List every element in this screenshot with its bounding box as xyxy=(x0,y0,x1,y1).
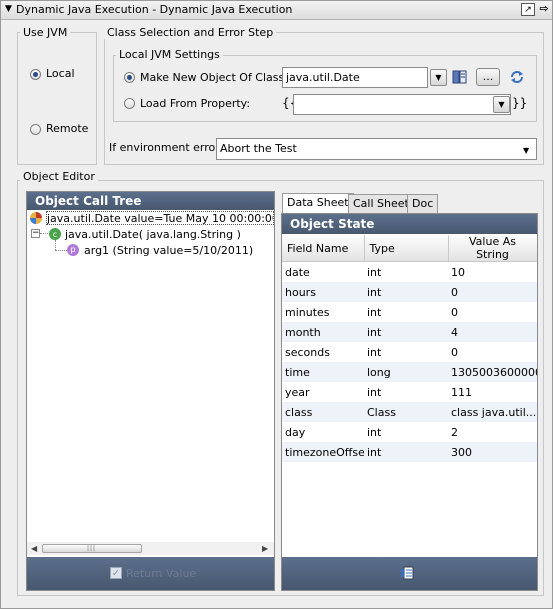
scroll-right-icon[interactable]: ▶ xyxy=(262,544,268,553)
return-value-checkbox[interactable]: ✓ xyxy=(110,567,122,579)
scroll-left-icon[interactable]: ◀ xyxy=(31,544,37,553)
cell-type[interactable]: int xyxy=(364,282,448,302)
use-jvm-group xyxy=(17,32,97,165)
column-header-type[interactable]: Type xyxy=(364,235,449,262)
table-row[interactable]: month int 4 xyxy=(282,322,537,342)
cell-field-name[interactable]: year xyxy=(282,382,364,402)
undock-icon[interactable]: ↗ xyxy=(521,3,535,16)
object-state-table: Field Name Type Value As String date int 1… xyxy=(282,235,537,462)
env-error-select[interactable]: Abort the Test xyxy=(216,138,537,160)
table-row[interactable]: class Class class java.util.... xyxy=(282,402,537,422)
cell-type[interactable]: int xyxy=(364,382,448,402)
cell-field-name[interactable]: day xyxy=(282,422,364,442)
table-header-row: Field Name Type Value As String xyxy=(282,235,537,262)
local-radio-label: Local xyxy=(46,67,75,80)
table-row[interactable]: seconds int 0 xyxy=(282,342,537,362)
tree-node-arg1[interactable]: arg1 (String value=5/10/2011) xyxy=(84,244,253,257)
svg-text:c: c xyxy=(53,230,57,239)
cell-type[interactable]: int xyxy=(364,262,448,283)
cell-value[interactable]: 0 xyxy=(448,342,537,362)
make-new-object-label: Make New Object Of Class: xyxy=(140,71,288,84)
call-tree-title: Object Call Tree xyxy=(27,192,274,210)
cell-type[interactable]: int xyxy=(364,342,448,362)
method-ball-icon xyxy=(29,211,43,225)
column-header-value[interactable]: Value As String xyxy=(448,235,537,262)
cell-value[interactable]: 0 xyxy=(448,282,537,302)
cell-field-name[interactable]: time xyxy=(282,362,364,382)
cell-value[interactable]: 10 xyxy=(448,262,537,283)
class-name-field[interactable]: java.util.Date xyxy=(282,67,428,88)
use-jvm-legend: Use JVM xyxy=(20,26,71,39)
local-jvm-settings-legend: Local JVM Settings xyxy=(116,48,223,61)
cell-type[interactable]: Class xyxy=(364,402,448,422)
cell-type[interactable]: long xyxy=(364,362,448,382)
cell-value[interactable]: 111 xyxy=(448,382,537,402)
table-row[interactable]: year int 111 xyxy=(282,382,537,402)
class-dropdown-button[interactable]: ▼ xyxy=(430,69,447,86)
table-row[interactable]: minutes int 0 xyxy=(282,302,537,322)
object-editor-legend: Object Editor xyxy=(20,170,98,183)
cell-value[interactable]: 4 xyxy=(448,322,537,342)
tab-doc[interactable]: Doc xyxy=(407,194,439,213)
cell-type[interactable]: int xyxy=(364,442,448,462)
cell-type[interactable]: int xyxy=(364,302,448,322)
table-view-icon[interactable] xyxy=(400,566,414,580)
env-error-label: If environment error: xyxy=(109,141,224,154)
browse-button[interactable]: ... xyxy=(476,68,500,86)
cell-value[interactable]: 2 xyxy=(448,422,537,442)
class-browser-icon[interactable] xyxy=(452,70,467,84)
parameter-icon: p xyxy=(67,244,79,256)
class-selection-legend: Class Selection and Error Step xyxy=(104,26,277,39)
collapse-node-icon[interactable]: − xyxy=(31,229,40,238)
cell-value[interactable]: class java.util.... xyxy=(448,402,537,422)
cell-field-name[interactable]: timezoneOffset xyxy=(282,442,364,462)
tree-connector-horizontal xyxy=(55,250,67,251)
property-field[interactable] xyxy=(293,94,511,115)
cell-field-name[interactable]: date xyxy=(282,262,364,283)
expand-arrow-icon[interactable]: ⇨ xyxy=(537,3,551,16)
cell-value[interactable]: 0 xyxy=(448,302,537,322)
local-radio[interactable] xyxy=(30,69,41,80)
scroll-grip-icon: ||| xyxy=(87,545,97,552)
property-close-braces: }} xyxy=(512,96,528,110)
remote-radio[interactable] xyxy=(30,124,41,135)
property-dropdown-button[interactable]: ▼ xyxy=(493,96,510,113)
cell-value[interactable]: 1305003600000 xyxy=(448,362,537,382)
load-from-property-radio[interactable] xyxy=(124,98,135,109)
cell-field-name[interactable]: month xyxy=(282,322,364,342)
cell-value[interactable]: 300 xyxy=(448,442,537,462)
refresh-icon[interactable] xyxy=(509,69,525,85)
tree-node-root[interactable]: java.util.Date value=Tue May 10 00:00:00… xyxy=(46,211,274,225)
tree-connector-vertical xyxy=(55,240,56,250)
object-state-title: Object State xyxy=(282,214,537,234)
return-value-label: Return Value xyxy=(126,567,197,580)
cell-field-name[interactable]: hours xyxy=(282,282,364,302)
object-state-table-wrapper: Field Name Type Value As String date int 1… xyxy=(282,235,537,465)
constructor-icon: c xyxy=(48,227,62,241)
cell-type[interactable]: int xyxy=(364,422,448,442)
table-row[interactable]: hours int 0 xyxy=(282,282,537,302)
collapse-triangle-icon[interactable]: ▼ xyxy=(5,4,12,14)
cell-type[interactable]: int xyxy=(364,322,448,342)
table-row[interactable]: date int 10 xyxy=(282,262,537,283)
window-title: Dynamic Java Execution - Dynamic Java Ex… xyxy=(16,3,293,16)
table-row[interactable]: day int 2 xyxy=(282,422,537,442)
column-header-field-name[interactable]: Field Name xyxy=(282,235,365,262)
env-error-chevron-down-icon: ▼ xyxy=(523,146,530,155)
cell-field-name[interactable]: seconds xyxy=(282,342,364,362)
object-state-rows: date int 10 hours int 0 minutes int 0 month int 4 se… xyxy=(282,262,537,462)
tree-node-constructor[interactable]: java.util.Date( java.lang.String ) xyxy=(65,228,241,241)
cell-field-name[interactable]: class xyxy=(282,402,364,422)
cell-field-name[interactable]: minutes xyxy=(282,302,364,322)
remote-radio-label: Remote xyxy=(46,122,89,135)
env-error-value: Abort the Test xyxy=(220,142,297,155)
tab-data-sheet[interactable]: Data Sheet xyxy=(282,193,354,213)
tab-call-sheet[interactable]: Call Sheet xyxy=(348,194,414,213)
load-from-property-label: Load From Property: xyxy=(140,97,251,110)
table-row[interactable]: time long 1305003600000 xyxy=(282,362,537,382)
tree-connector xyxy=(40,233,48,234)
table-row[interactable]: timezoneOffset int 300 xyxy=(282,442,537,462)
make-new-object-radio[interactable] xyxy=(124,72,135,83)
